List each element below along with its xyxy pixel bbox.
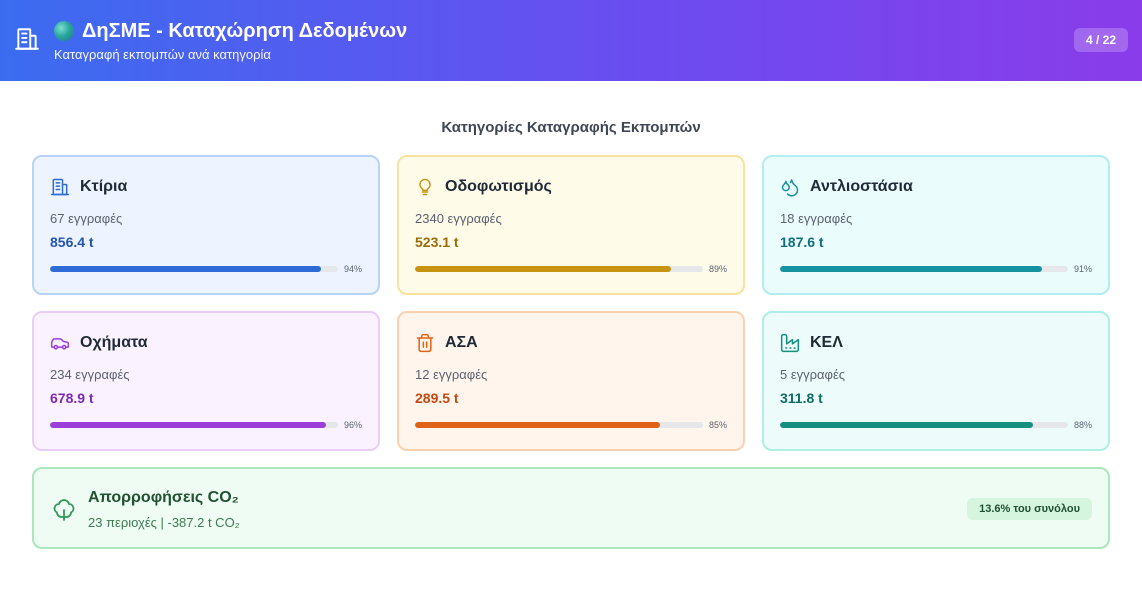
category-card-buildings[interactable]: Κτίρια 67 εγγραφές 856.4 t 94% bbox=[32, 155, 380, 295]
category-card-pumping-stations[interactable]: Αντλιοστάσια 18 εγγραφές 187.6 t 91% bbox=[762, 155, 1110, 295]
lightbulb-icon bbox=[419, 178, 431, 196]
category-name: Οδοφωτισμός bbox=[445, 178, 552, 195]
page-title: ΔηΣΜΕ - Καταχώρηση Δεδομένων bbox=[54, 18, 407, 44]
progress-fill bbox=[50, 266, 321, 272]
progress-percent: 91% bbox=[1073, 264, 1092, 274]
category-records: 67 εγγραφές bbox=[50, 211, 123, 226]
progress-fill bbox=[780, 422, 1034, 428]
page-title-text: ΔηΣΜΕ - Καταχώρηση Δεδομένων bbox=[82, 20, 408, 42]
category-emissions: 311.8 t bbox=[780, 390, 823, 406]
share-of-total-badge: 13.6% του συνόλου bbox=[967, 498, 1092, 520]
building-icon bbox=[50, 178, 70, 196]
absorptions-summary: 23 περιοχές | -387.2 t CO₂ bbox=[88, 515, 240, 530]
progress-percent: 96% bbox=[343, 420, 362, 430]
globe-icon bbox=[54, 21, 74, 41]
category-emissions: 856.4 t bbox=[50, 234, 94, 250]
car-icon bbox=[50, 338, 70, 350]
category-card-wastewater-plants[interactable]: ΚΕΛ 5 εγγραφές 311.8 t 88% bbox=[762, 311, 1110, 451]
category-emissions: 523.1 t bbox=[415, 234, 459, 250]
category-card-street-lighting[interactable]: Οδοφωτισμός 2340 εγγραφές 523.1 t 89% bbox=[397, 155, 745, 295]
tree-icon bbox=[53, 499, 75, 521]
co2-absorptions-card[interactable]: Απορροφήσεις CO₂ 23 περιοχές | -387.2 t … bbox=[32, 467, 1110, 549]
category-emissions: 678.9 t bbox=[50, 390, 94, 406]
category-card-solid-waste[interactable]: ΑΣΑ 12 εγγραφές 289.5 t 85% bbox=[397, 311, 745, 451]
progress-fill bbox=[50, 422, 327, 428]
category-records: 2340 εγγραφές bbox=[415, 211, 502, 226]
progress-track bbox=[50, 422, 338, 428]
progress-fill bbox=[415, 422, 660, 428]
page-subtitle: Καταγραφή εκπομπών ανά κατηγορία bbox=[54, 47, 271, 62]
category-card-vehicles[interactable]: Οχήματα 234 εγγραφές 678.9 t 96% bbox=[32, 311, 380, 451]
progress-track bbox=[780, 266, 1068, 272]
category-records: 12 εγγραφές bbox=[415, 367, 488, 382]
progress-fill bbox=[780, 266, 1043, 272]
category-name: Κτίρια bbox=[80, 178, 128, 195]
water-drops-icon bbox=[781, 179, 799, 197]
category-name: ΑΣΑ bbox=[445, 334, 478, 351]
absorptions-title: Απορροφήσεις CO₂ bbox=[88, 489, 239, 506]
building-icon bbox=[15, 28, 39, 50]
progress-percent: 85% bbox=[708, 420, 727, 430]
category-records: 234 εγγραφές bbox=[50, 367, 130, 382]
progress-percent: 88% bbox=[1073, 420, 1092, 430]
progress-track bbox=[780, 422, 1068, 428]
category-emissions: 289.5 t bbox=[415, 390, 459, 406]
progress-track bbox=[415, 422, 703, 428]
category-name: ΚΕΛ bbox=[810, 334, 843, 351]
progress-track bbox=[415, 266, 703, 272]
section-title: Κατηγορίες Καταγραφής Εκπομπών bbox=[441, 119, 701, 136]
progress-fill bbox=[415, 266, 672, 272]
trash-icon bbox=[416, 333, 434, 353]
factory-icon bbox=[780, 333, 800, 353]
step-counter-badge: 4 / 22 bbox=[1073, 28, 1128, 52]
category-name: Αντλιοστάσια bbox=[810, 178, 913, 195]
category-emissions: 187.6 t bbox=[780, 234, 824, 250]
category-name: Οχήματα bbox=[80, 334, 148, 351]
category-records: 18 εγγραφές bbox=[780, 211, 853, 226]
progress-track bbox=[50, 266, 338, 272]
app-header: ΔηΣΜΕ - Καταχώρηση Δεδομένων Καταγραφή ε… bbox=[0, 0, 1142, 81]
header-title-block: ΔηΣΜΕ - Καταχώρηση Δεδομένων Καταγραφή ε… bbox=[54, 18, 407, 62]
progress-percent: 94% bbox=[343, 264, 362, 274]
category-records: 5 εγγραφές bbox=[780, 367, 846, 382]
progress-percent: 89% bbox=[708, 264, 727, 274]
